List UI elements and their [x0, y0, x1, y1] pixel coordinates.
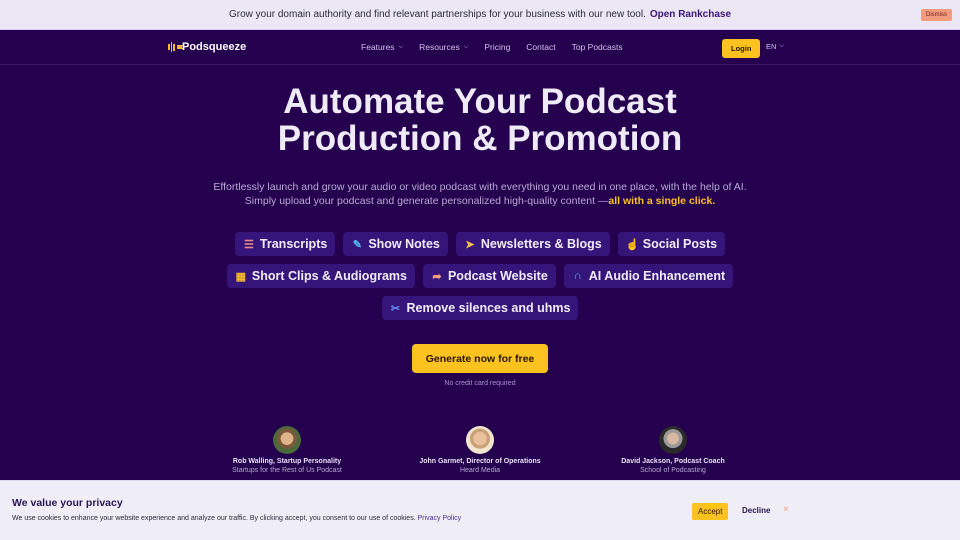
feature-row-2: ▦ Short Clips & Audiograms ➦ Podcast Websi… [0, 264, 960, 288]
cookie-title: We value your privacy [12, 497, 123, 509]
cookie-text: We use cookies to enhance your website e… [12, 515, 461, 522]
chip-label: Short Clips & Audiograms [251, 269, 407, 283]
nav-resources-label: Resources [419, 42, 460, 52]
feature-chip-show-notes[interactable]: ✎ Show Notes [343, 232, 448, 256]
testimonial-org: School of Podcasting [640, 467, 706, 474]
feature-row-3: ✂ Remove silences and uhms [0, 296, 960, 320]
dismiss-button[interactable]: Dismiss [921, 9, 952, 21]
hero-title: Automate Your Podcast Production & Promo… [0, 83, 960, 157]
nav-top-podcasts[interactable]: Top Podcasts [572, 42, 623, 52]
chevron-down-icon: ⌵ [779, 43, 784, 49]
testimonial-org: Startups for the Rest of Us Podcast [232, 467, 342, 474]
headphones-icon: ∩ [573, 270, 582, 282]
chip-label: Show Notes [368, 237, 440, 251]
subtitle-line2: Simply upload your podcast and generate … [0, 194, 960, 208]
nav-links: Features ⌵ Resources ⌵ Pricing Contact Top… [361, 42, 623, 52]
testimonial: Rob Walling, Startup Personality Startup… [177, 426, 397, 474]
hero-title-line2: Production & Promotion [277, 119, 683, 158]
subtitle-line2-text: Simply upload your podcast and generate … [244, 195, 609, 207]
nav-contact[interactable]: Contact [526, 42, 555, 52]
thumbs-up-icon: ☝ [625, 238, 640, 251]
chip-label: Transcripts [259, 237, 328, 251]
feature-chip-podcast-website[interactable]: ➦ Podcast Website [422, 264, 556, 288]
brand-name: Podsqueeze [182, 41, 247, 53]
feature-chip-short-clips[interactable]: ▦ Short Clips & Audiograms [226, 264, 415, 288]
nav-resources[interactable]: Resources ⌵ [419, 42, 468, 52]
brand-logo[interactable]: Podsqueeze [168, 41, 246, 53]
decline-cookies-button[interactable]: Decline [742, 506, 770, 515]
feature-chip-audio-enhancement[interactable]: ∩ AI Audio Enhancement [563, 264, 734, 288]
testimonial-name: Rob Walling, Startup Personality [232, 458, 342, 465]
hero-subtitle: Effortlessly launch and grow your audio … [0, 180, 960, 208]
feature-chip-newsletters[interactable]: ➤ Newsletters & Blogs [455, 232, 610, 256]
feature-chip-transcripts[interactable]: ☰ Transcripts [234, 232, 336, 256]
chip-label: Social Posts [642, 237, 718, 251]
avatar [659, 426, 687, 454]
testimonial-org: Heard Media [459, 467, 501, 474]
chip-label: Podcast Website [447, 269, 548, 283]
film-icon: ▦ [235, 270, 247, 283]
accept-cookies-button[interactable]: Accept [692, 503, 729, 520]
close-icon[interactable]: × [783, 504, 789, 515]
privacy-policy-link[interactable]: Privacy Policy [418, 515, 462, 522]
nav-pricing[interactable]: Pricing [484, 42, 510, 52]
promo-banner: Grow your domain authority and find rele… [0, 0, 960, 30]
testimonial: David Jackson, Podcast Coach School of P… [563, 426, 783, 474]
promo-text: Grow your domain authority and find rele… [228, 9, 646, 20]
avatar [466, 426, 494, 454]
chevron-down-icon: ⌵ [463, 43, 469, 50]
nav-features[interactable]: Features ⌵ [361, 42, 403, 52]
testimonial-name: John Garmet, Director of Operations [419, 458, 541, 465]
cookie-banner: We value your privacy We use cookies to … [0, 480, 960, 540]
scissors-icon: ✂ [390, 302, 401, 315]
avatar [273, 426, 301, 454]
language-label: EN [766, 42, 777, 51]
feature-chip-remove-silences[interactable]: ✂ Remove silences and uhms [381, 296, 579, 320]
subtitle-line1: Effortlessly launch and grow your audio … [213, 181, 747, 193]
generate-free-button[interactable]: Generate now for free [412, 344, 548, 373]
login-button[interactable]: Login [722, 39, 761, 58]
chip-label: Newsletters & Blogs [480, 237, 602, 251]
pen-icon: ✎ [352, 238, 362, 251]
chip-label: AI Audio Enhancement [588, 269, 726, 283]
paper-plane-icon: ➤ [465, 238, 475, 251]
waveform-logo-icon [168, 42, 184, 52]
no-credit-card-note: No credit card required [444, 380, 516, 387]
nav-features-label: Features [361, 42, 395, 52]
list-lines-icon: ☰ [243, 238, 254, 251]
cookie-message: We use cookies to enhance your website e… [12, 515, 416, 522]
feature-row-1: ☰ Transcripts ✎ Show Notes ➤ Newsletters & … [0, 232, 960, 256]
subtitle-highlight: all with a single click. [608, 195, 716, 207]
open-rankchase-link[interactable]: Open Rankchase [650, 9, 731, 20]
hero-title-line1: Automate Your Podcast [283, 82, 677, 121]
chip-label: Remove silences and uhms [406, 301, 571, 315]
feature-chip-social-posts[interactable]: ☝ Social Posts [617, 232, 726, 256]
chevron-down-icon: ⌵ [398, 43, 404, 50]
testimonial: John Garmet, Director of Operations Hear… [370, 426, 590, 474]
pointer-icon: ➦ [432, 270, 442, 283]
testimonial-name: David Jackson, Podcast Coach [621, 458, 725, 465]
language-selector[interactable]: EN ⌵ [766, 42, 784, 51]
top-navbar: Podsqueeze Features ⌵ Resources ⌵ Pricing … [0, 30, 960, 65]
